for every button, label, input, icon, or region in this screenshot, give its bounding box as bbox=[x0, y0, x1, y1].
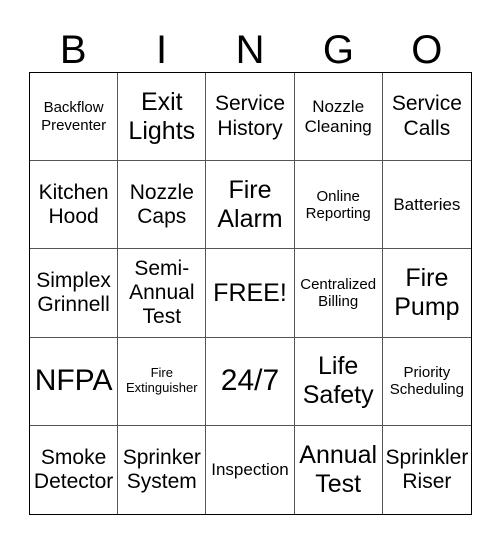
header-letter-n: N bbox=[235, 28, 265, 72]
header-letter-b: B bbox=[59, 28, 87, 72]
bingo-cell[interactable]: Semi- Annual Test bbox=[118, 249, 207, 338]
bingo-cell[interactable]: Batteries bbox=[382, 161, 471, 250]
bingo-cell[interactable]: Nozzle Caps bbox=[118, 161, 207, 250]
bingo-cell[interactable]: Backflow Preventer bbox=[30, 73, 119, 162]
header-letter-o: O bbox=[411, 28, 443, 72]
bingo-cell[interactable]: Life Safety bbox=[294, 337, 383, 426]
bingo-cell[interactable]: Exit Lights bbox=[118, 73, 207, 162]
bingo-grid: Backflow Preventer Exit Lights Service H… bbox=[29, 72, 472, 515]
bingo-cell[interactable]: Kitchen Hood bbox=[30, 161, 119, 250]
bingo-cell[interactable]: Annual Test bbox=[295, 425, 383, 514]
bingo-cell[interactable]: NFPA bbox=[30, 337, 119, 426]
bingo-cell[interactable]: Service Calls bbox=[382, 73, 471, 162]
bingo-cell[interactable]: Priority Scheduling bbox=[382, 338, 471, 426]
bingo-cell[interactable]: Inspection bbox=[206, 425, 295, 514]
bingo-cell[interactable]: Service History bbox=[206, 73, 295, 162]
header-letter-g: G bbox=[322, 28, 354, 72]
bingo-cell[interactable]: Simplex Grinnell bbox=[30, 249, 119, 338]
bingo-cell[interactable]: Centralized Billing bbox=[294, 249, 383, 338]
bingo-cell[interactable]: 24/7 bbox=[206, 337, 295, 426]
free-space[interactable]: FREE! bbox=[206, 249, 295, 338]
bingo-cell[interactable]: Sprinkler Riser bbox=[383, 426, 471, 514]
bingo-cell[interactable]: Sprinker System bbox=[118, 425, 207, 514]
bingo-cell[interactable]: Nozzle Cleaning bbox=[294, 73, 383, 162]
bingo-cell[interactable]: Fire Pump bbox=[382, 249, 471, 338]
bingo-cell[interactable]: Fire Alarm bbox=[206, 161, 295, 250]
bingo-header: B I N G O bbox=[29, 28, 471, 72]
bingo-cell[interactable]: Fire Extinguisher bbox=[118, 337, 207, 426]
header-letter-i: I bbox=[156, 28, 168, 72]
bingo-cell[interactable]: Smoke Detector bbox=[30, 425, 119, 514]
bingo-cell[interactable]: Online Reporting bbox=[294, 161, 383, 250]
